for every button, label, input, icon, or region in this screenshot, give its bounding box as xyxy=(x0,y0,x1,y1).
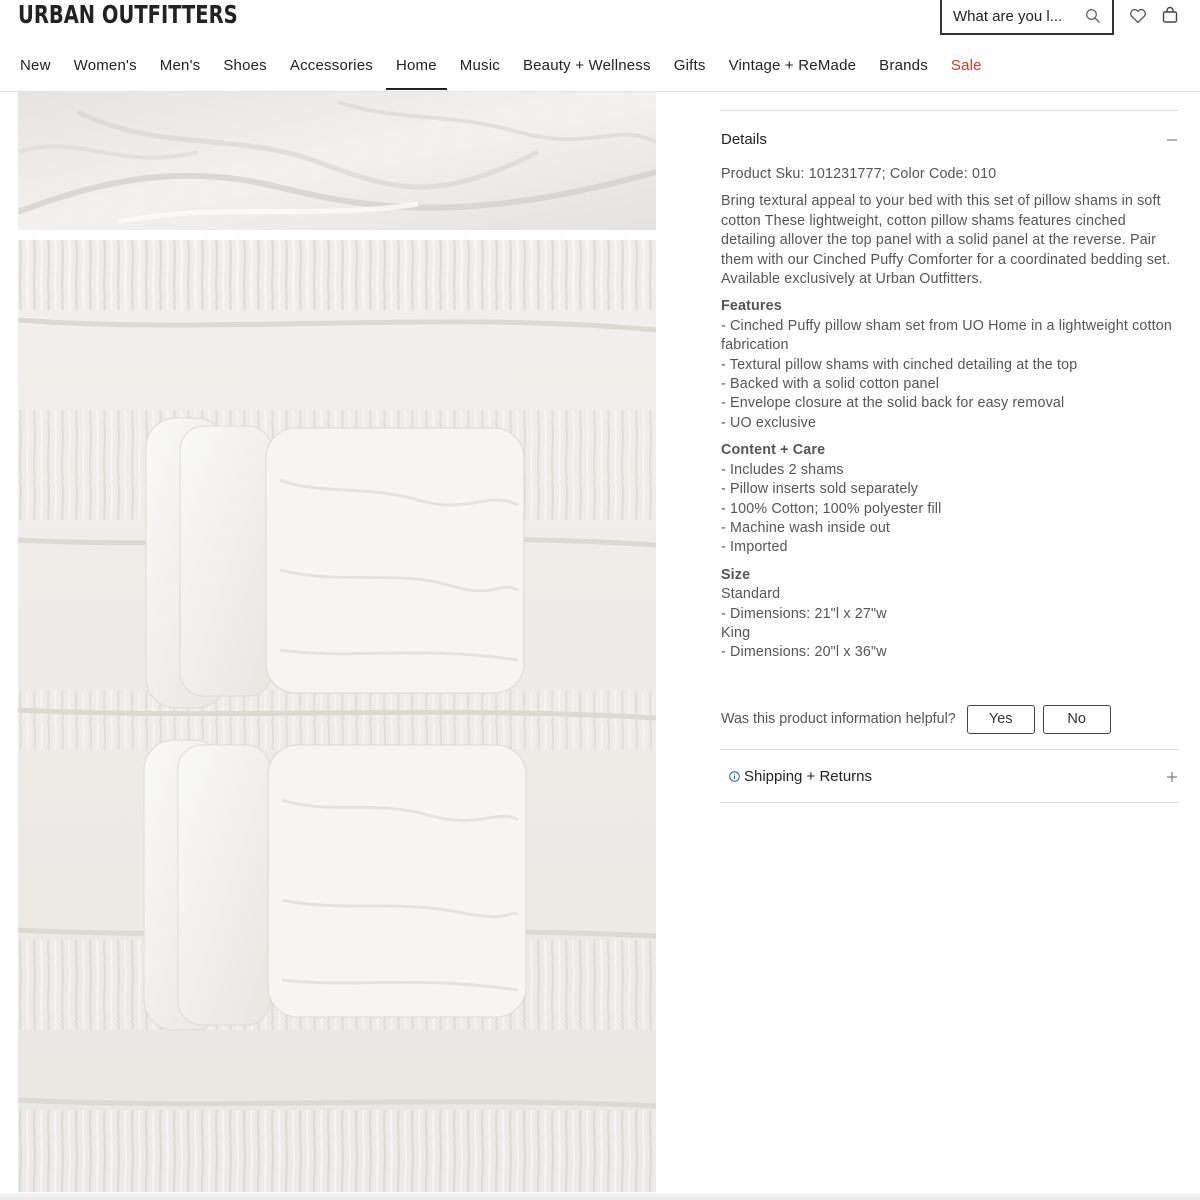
nav-item-vintage-remade[interactable]: Vintage + ReMade xyxy=(729,56,857,90)
minus-icon[interactable] xyxy=(1166,131,1178,147)
nav-item-new[interactable]: New xyxy=(20,56,51,90)
nav-item-home[interactable]: Home xyxy=(385,56,447,90)
logo[interactable]: URBAN OUTFITTERS xyxy=(18,0,238,30)
content-item: - Pillow inserts sold separately xyxy=(721,481,919,498)
helpful-question: Was this product information helpful? xyxy=(721,711,956,727)
shipping-returns-label: Shipping + Returns xyxy=(744,768,872,785)
feature-item: - Cinched Puffy pillow sham set from UO … xyxy=(721,317,1172,354)
details-body: Product Sku: 101231777; Color Code: 010 … xyxy=(721,165,1181,663)
search-icon[interactable] xyxy=(1085,8,1101,24)
shipping-returns-toggle[interactable]: Shipping + Returns xyxy=(729,768,872,785)
content-item: - Includes 2 shams xyxy=(721,461,844,478)
nav-item-sale[interactable]: Sale xyxy=(951,56,982,90)
feature-item: - UO exclusive xyxy=(721,414,817,431)
details-heading[interactable]: Details xyxy=(721,131,767,148)
search-box[interactable] xyxy=(940,0,1114,35)
content-item: - Machine wash inside out xyxy=(721,519,891,536)
helpful-feedback: Was this product information helpful? Ye… xyxy=(721,704,1119,734)
size-item: King xyxy=(721,624,751,641)
content-item: - Imported xyxy=(721,539,788,556)
product-image-2[interactable] xyxy=(18,240,656,1192)
nav-item-gifts[interactable]: Gifts xyxy=(674,56,706,90)
no-button[interactable]: No xyxy=(1042,704,1111,734)
size-item: Standard xyxy=(721,586,781,603)
nav-item-beauty-wellness[interactable]: Beauty + Wellness xyxy=(523,56,651,90)
search-input[interactable] xyxy=(953,8,1078,25)
features-title: Features xyxy=(721,298,782,315)
feature-item: - Envelope closure at the solid back for… xyxy=(721,395,1065,412)
divider xyxy=(720,110,1178,111)
product-description: Bring textural appeal to your bed with t… xyxy=(721,193,1171,288)
nav-item-shoes[interactable]: Shoes xyxy=(223,56,267,90)
main-nav: New Women's Men's Shoes Accessories Home… xyxy=(20,56,1005,92)
nav-item-womens[interactable]: Women's xyxy=(74,56,137,90)
size-item: - Dimensions: 21"l x 27"w xyxy=(721,605,887,622)
heart-icon[interactable] xyxy=(1129,7,1147,25)
pillow-shams-photo xyxy=(18,240,656,1192)
feature-item: - Textural pillow shams with cinched det… xyxy=(721,356,1078,373)
divider xyxy=(720,749,1178,750)
page-bottom-edge xyxy=(0,1193,1200,1200)
site-header: URBAN OUTFITTERS New Women's Men's Shoes… xyxy=(0,0,1200,92)
size-title: Size xyxy=(721,566,751,583)
content-care-title: Content + Care xyxy=(721,442,826,459)
product-sku: Product Sku: 101231777; Color Code: 010 xyxy=(721,166,997,182)
nav-item-mens[interactable]: Men's xyxy=(160,56,201,90)
content-item: - 100% Cotton; 100% polyester fill xyxy=(721,500,942,517)
divider xyxy=(720,802,1178,803)
plus-icon[interactable] xyxy=(1166,769,1178,785)
product-image-1[interactable] xyxy=(18,92,656,230)
yes-button[interactable]: Yes xyxy=(966,704,1035,734)
bag-icon[interactable] xyxy=(1161,6,1179,24)
info-icon xyxy=(729,771,740,782)
size-item: - Dimensions: 20"l x 36"w xyxy=(721,644,887,661)
nav-item-accessories[interactable]: Accessories xyxy=(290,56,373,90)
bedding-photo-top xyxy=(18,92,656,230)
feature-item: - Backed with a solid cotton panel xyxy=(721,376,940,393)
nav-item-brands[interactable]: Brands xyxy=(879,56,928,90)
nav-item-music[interactable]: Music xyxy=(460,56,500,90)
